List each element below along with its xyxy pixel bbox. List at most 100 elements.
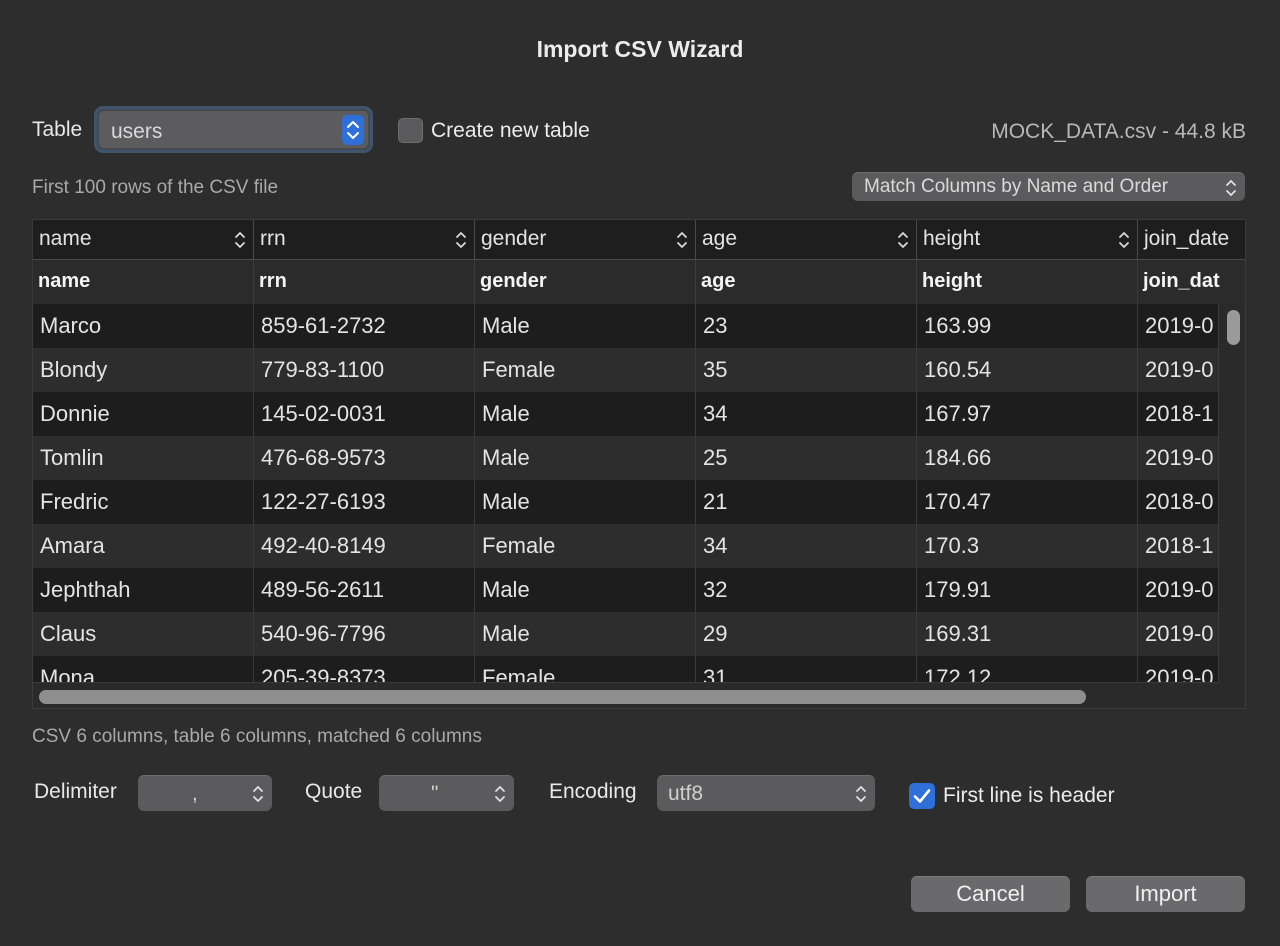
- table-cell-text: Male: [482, 401, 530, 426]
- table-row[interactable]: Jephthah 489-56-2611 Male 32 179.91 2019-0: [33, 568, 1218, 612]
- vertical-scroll-thumb[interactable]: [1227, 310, 1240, 345]
- table-cell-text: Female: [482, 533, 556, 558]
- table-cell-text: 2019-0: [1145, 313, 1214, 338]
- table-cell-text: 2019-0: [1145, 577, 1214, 602]
- table-cell: 35: [696, 348, 917, 392]
- column-mapping-value: gender: [481, 227, 547, 250]
- table-cell: 122-27-6193: [254, 480, 475, 524]
- csv-column-header: join_dat: [1138, 260, 1245, 304]
- encoding-label: Encoding: [549, 780, 637, 803]
- horizontal-scroll-thumb[interactable]: [39, 690, 1086, 704]
- table-cell-text: 2018-1: [1145, 533, 1214, 558]
- table-cell-text: 167.97: [924, 401, 992, 426]
- table-cell: 205-39-8373: [254, 656, 475, 682]
- table-cell: 779-83-1100: [254, 348, 475, 392]
- import-button[interactable]: Import: [1086, 876, 1245, 912]
- table-cell-text: 34: [703, 401, 728, 426]
- up-down-chevron-icon: [492, 781, 508, 812]
- column-mapping-value: name: [39, 227, 92, 250]
- column-mapping-value: height: [923, 227, 981, 250]
- table-cell: 492-40-8149: [254, 524, 475, 568]
- dialog-title: Import CSV Wizard: [536, 36, 744, 62]
- table-cell: 170.3: [917, 524, 1138, 568]
- delimiter-label: Delimiter: [34, 780, 117, 803]
- table-cell-text: 170.3: [924, 533, 980, 558]
- table-cell: Blondy: [33, 348, 254, 392]
- table-cell: Fredric: [33, 480, 254, 524]
- table-select[interactable]: users: [94, 106, 373, 153]
- table-cell-text: 145-02-0031: [261, 401, 386, 426]
- table-cell: 169.31: [917, 612, 1138, 656]
- column-mapping-select[interactable]: rrn: [254, 220, 475, 260]
- column-mapping-value: age: [702, 227, 738, 250]
- first-line-header-label: First line is header: [943, 784, 1115, 807]
- table-row[interactable]: Donnie 145-02-0031 Male 34 167.97 2018-1: [33, 392, 1218, 436]
- up-down-chevron-icon: [896, 228, 910, 257]
- table-cell: Male: [475, 304, 696, 348]
- up-down-chevron-icon: [454, 228, 468, 257]
- table-cell-text: 179.91: [924, 577, 992, 602]
- scroll-corner: [1218, 682, 1245, 708]
- table-cell-text: Jephthah: [40, 577, 131, 602]
- table-cell-text: 2019-0: [1145, 357, 1214, 382]
- column-mapping-select[interactable]: age: [696, 220, 917, 260]
- table-cell: 2019-0: [1138, 436, 1218, 480]
- up-down-chevron-icon: [1117, 228, 1131, 257]
- csv-preview-grid: name rrn gender age height join_date name rrn g…: [32, 219, 1246, 709]
- create-new-table-label: Create new table: [431, 119, 590, 142]
- delimiter-select[interactable]: ,: [138, 775, 272, 811]
- table-cell: 34: [696, 524, 917, 568]
- table-cell-text: 163.99: [924, 313, 992, 338]
- column-mapping-select[interactable]: gender: [475, 220, 696, 260]
- table-row[interactable]: Marco 859-61-2732 Male 23 163.99 2019-0: [33, 304, 1218, 348]
- table-cell-text: Claus: [40, 621, 97, 646]
- up-down-chevron-icon: [675, 228, 689, 257]
- table-cell: 172.12: [917, 656, 1138, 682]
- table-cell-text: 35: [703, 357, 728, 382]
- table-cell: Mona: [33, 656, 254, 682]
- table-row[interactable]: Fredric 122-27-6193 Male 21 170.47 2018-0: [33, 480, 1218, 524]
- table-cell: 29: [696, 612, 917, 656]
- column-mapping-select[interactable]: height: [917, 220, 1138, 260]
- table-cell-text: Donnie: [40, 401, 110, 426]
- table-cell-text: Male: [482, 445, 530, 470]
- csv-column-header: height: [917, 260, 1138, 304]
- quote-value: ": [431, 782, 439, 805]
- table-cell-text: 25: [703, 445, 728, 470]
- vertical-scrollbar[interactable]: [1218, 304, 1245, 682]
- table-cell: 167.97: [917, 392, 1138, 436]
- csv-column-header: age: [696, 260, 917, 304]
- csv-column-header-label: age: [701, 270, 736, 292]
- table-cell: 179.91: [917, 568, 1138, 612]
- csv-column-header: name: [33, 260, 254, 304]
- table-cell: 32: [696, 568, 917, 612]
- table-cell-text: 34: [703, 533, 728, 558]
- table-cell-text: Female: [482, 665, 556, 682]
- up-down-chevron-icon: [233, 228, 247, 257]
- table-row[interactable]: Tomlin 476-68-9573 Male 25 184.66 2019-0: [33, 436, 1218, 480]
- csv-header-row: name rrn gender age height join_dat: [33, 260, 1245, 304]
- encoding-select[interactable]: utf8: [657, 775, 875, 811]
- table-cell: Amara: [33, 524, 254, 568]
- cancel-button[interactable]: Cancel: [911, 876, 1070, 912]
- table-cell: Male: [475, 568, 696, 612]
- csv-column-header-label: gender: [480, 270, 547, 292]
- horizontal-scrollbar[interactable]: [33, 682, 1218, 708]
- column-mapping-select[interactable]: join_date: [1138, 220, 1245, 260]
- quote-label: Quote: [305, 780, 363, 803]
- match-columns-select[interactable]: Match Columns by Name and Order: [852, 172, 1245, 201]
- table-row[interactable]: Mona 205-39-8373 Female 31 172.12 2019-0: [33, 656, 1218, 682]
- table-cell-text: Marco: [40, 313, 102, 338]
- table-row[interactable]: Claus 540-96-7796 Male 29 169.31 2019-0: [33, 612, 1218, 656]
- column-mapping-select[interactable]: name: [33, 220, 254, 260]
- table-cell: 145-02-0031: [254, 392, 475, 436]
- preview-caption: First 100 rows of the CSV file: [32, 177, 279, 198]
- first-line-header-checkbox[interactable]: [909, 783, 935, 809]
- create-new-table-checkbox[interactable]: [398, 118, 423, 143]
- quote-select[interactable]: ": [379, 775, 514, 811]
- table-row[interactable]: Amara 492-40-8149 Female 34 170.3 2018-1: [33, 524, 1218, 568]
- table-row[interactable]: Blondy 779-83-1100 Female 35 160.54 2019-0: [33, 348, 1218, 392]
- table-cell: 489-56-2611: [254, 568, 475, 612]
- table-cell-text: 2018-0: [1145, 489, 1214, 514]
- table-cell: Male: [475, 436, 696, 480]
